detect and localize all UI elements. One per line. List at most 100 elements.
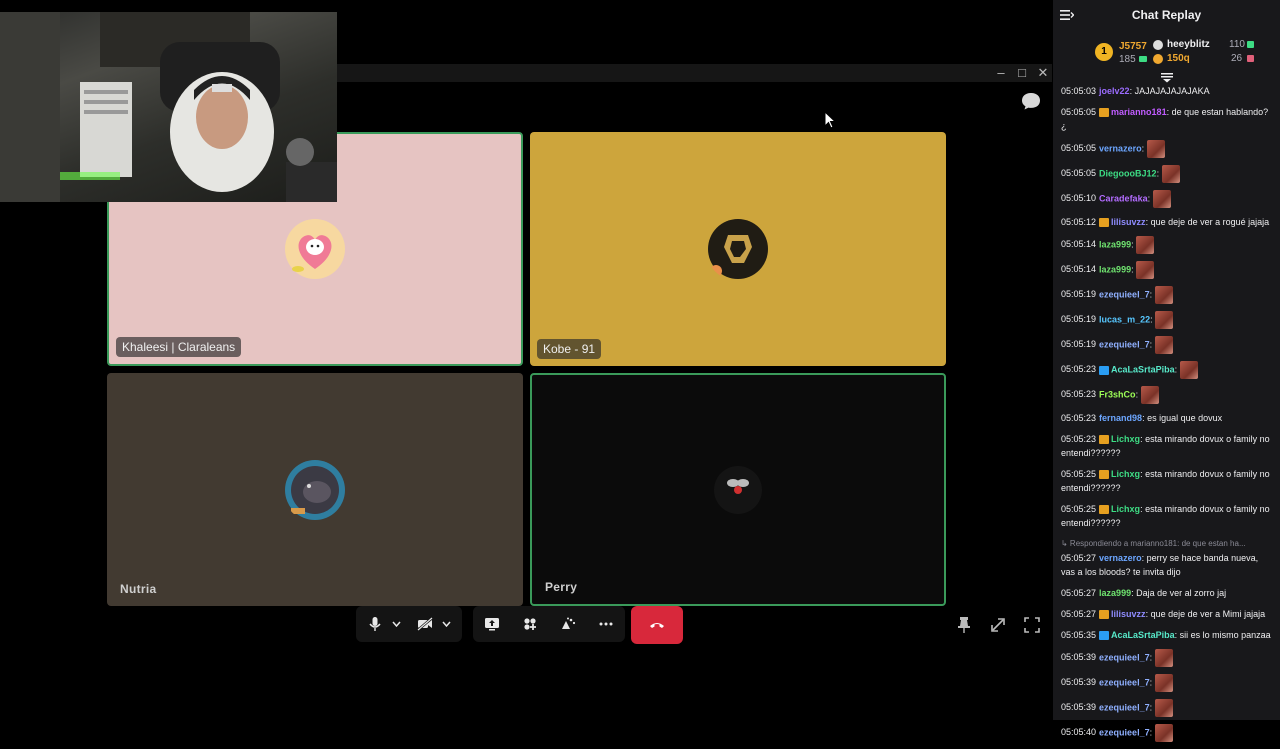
chat-message: 05:05:39 ezequieel_7: (1061, 649, 1271, 667)
gift-icon (1139, 56, 1147, 62)
emote-icon (1154, 286, 1173, 304)
message-timestamp: 05:05:40 (1061, 727, 1097, 738)
chat-message: 05:05:25 Lichxg: esta mirando dovux o fam… (1061, 502, 1271, 530)
message-text: que deje de ver a Mimi jajaja (1150, 609, 1266, 619)
emote-icon (1154, 674, 1173, 692)
badge-icon (1153, 54, 1163, 64)
emote-icon (1179, 361, 1198, 379)
popout-icon[interactable] (988, 615, 1008, 635)
chat-message: 05:05:05 marianno181: de que estan hablan… (1061, 105, 1271, 133)
message-text: sii es lo mismo panzaa (1179, 630, 1271, 640)
screen-share-icon[interactable] (479, 611, 505, 637)
message-timestamp: 05:05:23 (1061, 434, 1097, 444)
emote-icon (1152, 190, 1171, 208)
chat-username[interactable]: AcaLaSrtaPiba (1111, 364, 1175, 374)
separator: : (1141, 143, 1147, 154)
message-text: Daja de ver al zorro jaj (1136, 588, 1227, 598)
chat-username[interactable]: Caradefaka (1099, 193, 1148, 203)
chat-username[interactable]: Lichxg (1111, 504, 1140, 514)
more-icon[interactable] (593, 611, 619, 637)
chat-message: 05:05:39 ezequieel_7: (1061, 674, 1271, 692)
chat-username[interactable]: vernazero (1099, 553, 1142, 563)
pin-icon[interactable] (954, 615, 974, 635)
participant-name: Perry (545, 580, 578, 594)
subscriber-badge-icon (1099, 218, 1110, 228)
participant-avatar (285, 219, 345, 279)
chat-username[interactable]: laza999 (1099, 264, 1131, 274)
message-timestamp: 05:05:23 (1061, 413, 1097, 423)
participant-tile[interactable]: Perry (530, 373, 946, 606)
chat-message: 05:05:25 Lichxg: esta mirando dovux o fam… (1061, 467, 1271, 495)
chat-header: Chat Replay (1053, 0, 1280, 32)
effects-icon[interactable] (555, 611, 581, 637)
maximize-icon[interactable]: □ (1013, 64, 1031, 82)
chat-username[interactable]: laza999 (1099, 588, 1131, 598)
message-timestamp: 05:05:23 (1061, 389, 1097, 400)
separator: : (1149, 727, 1155, 738)
chat-username[interactable]: lucas_m_22 (1099, 314, 1150, 324)
chat-message: 05:05:27 vernazero: perry se hace banda n… (1061, 551, 1271, 579)
chat-username[interactable]: joelv22 (1099, 86, 1130, 96)
message-timestamp: 05:05:14 (1061, 264, 1097, 275)
chat-username[interactable]: lilisuvzz (1111, 217, 1146, 227)
mic-options-chevron-down-icon[interactable] (388, 611, 404, 637)
separator: : (1149, 652, 1155, 663)
chat-username[interactable]: Fr3shCo (1099, 389, 1136, 399)
minimize-icon[interactable]: – (992, 64, 1010, 82)
chat-username[interactable]: lilisuvzz (1111, 609, 1146, 619)
chat-message: 05:05:19 lucas_m_22: (1061, 311, 1271, 329)
chat-username[interactable]: fernand98 (1099, 413, 1142, 423)
participant-name: Nutria (120, 582, 157, 596)
chat-username[interactable]: marianno181 (1111, 107, 1167, 117)
participant-tile[interactable]: Nutria (107, 373, 523, 606)
separator: : (1147, 193, 1153, 204)
chat-username[interactable]: Lichxg (1111, 469, 1140, 479)
chat-username[interactable]: AcaLaSrtaPiba (1111, 630, 1175, 640)
chat-username[interactable]: ezequieel_7 (1099, 677, 1150, 687)
chat-username[interactable]: ezequieel_7 (1099, 702, 1150, 712)
microphone-icon[interactable] (362, 611, 388, 637)
chat-username[interactable]: ezequieel_7 (1099, 339, 1150, 349)
scroll-down-icon[interactable] (1161, 73, 1173, 83)
chat-username[interactable]: ezequieel_7 (1099, 289, 1150, 299)
chat-username[interactable]: ezequieel_7 (1099, 652, 1150, 662)
message-timestamp: 05:05:27 (1061, 609, 1097, 619)
subscriber-badge-icon (1099, 505, 1110, 515)
emote-icon (1136, 261, 1155, 279)
chat-bubble-icon[interactable] (1020, 91, 1042, 111)
subscriber-badge-icon (1099, 631, 1110, 641)
chat-message: 05:05:05 vernazero: (1061, 140, 1271, 158)
chat-message-list: 05:05:03 joelv22: JAJAJAJAJAJAKA 05:05:05 m… (1061, 84, 1271, 749)
leaderboard-user: J5757 (1119, 41, 1147, 52)
hang-up-button[interactable] (631, 606, 683, 644)
chat-username[interactable]: ezequieel_7 (1099, 727, 1150, 737)
window-titlebar (337, 64, 1052, 82)
chat-message: 05:05:03 joelv22: JAJAJAJAJAJAKA (1061, 84, 1271, 98)
message-timestamp: 05:05:12 (1061, 217, 1097, 227)
chat-username[interactable]: Lichxg (1111, 434, 1140, 444)
session-controls (473, 606, 625, 642)
chat-username[interactable]: laza999 (1099, 239, 1131, 249)
chat-username[interactable]: DiegoooBJ12 (1099, 168, 1157, 178)
participant-avatar (714, 465, 762, 514)
apps-icon[interactable] (517, 611, 543, 637)
camera-options-chevron-down-icon[interactable] (438, 611, 454, 637)
camera-off-icon[interactable] (412, 611, 438, 637)
gift-icon (1247, 55, 1254, 62)
fullscreen-icon[interactable] (1022, 615, 1042, 635)
message-timestamp: 05:05:05 (1061, 143, 1097, 154)
participant-tile[interactable]: Kobe - 91 (530, 132, 946, 366)
message-timestamp: 05:05:05 (1061, 107, 1097, 117)
rank-badge: 1 (1095, 43, 1113, 61)
webcam-feed (0, 12, 337, 202)
chat-username[interactable]: vernazero (1099, 143, 1142, 153)
emote-icon (1136, 236, 1155, 254)
leaderboard-user: heeyblitz (1167, 39, 1210, 50)
leaderboard-value: 110 (1229, 39, 1245, 50)
message-timestamp: 05:05:19 (1061, 339, 1097, 350)
participant-avatar (708, 219, 768, 279)
message-timestamp: 05:05:19 (1061, 289, 1097, 300)
hang-up-icon (650, 623, 664, 628)
message-timestamp: 05:05:05 (1061, 168, 1097, 179)
close-icon[interactable]: ✕ (1034, 64, 1052, 82)
